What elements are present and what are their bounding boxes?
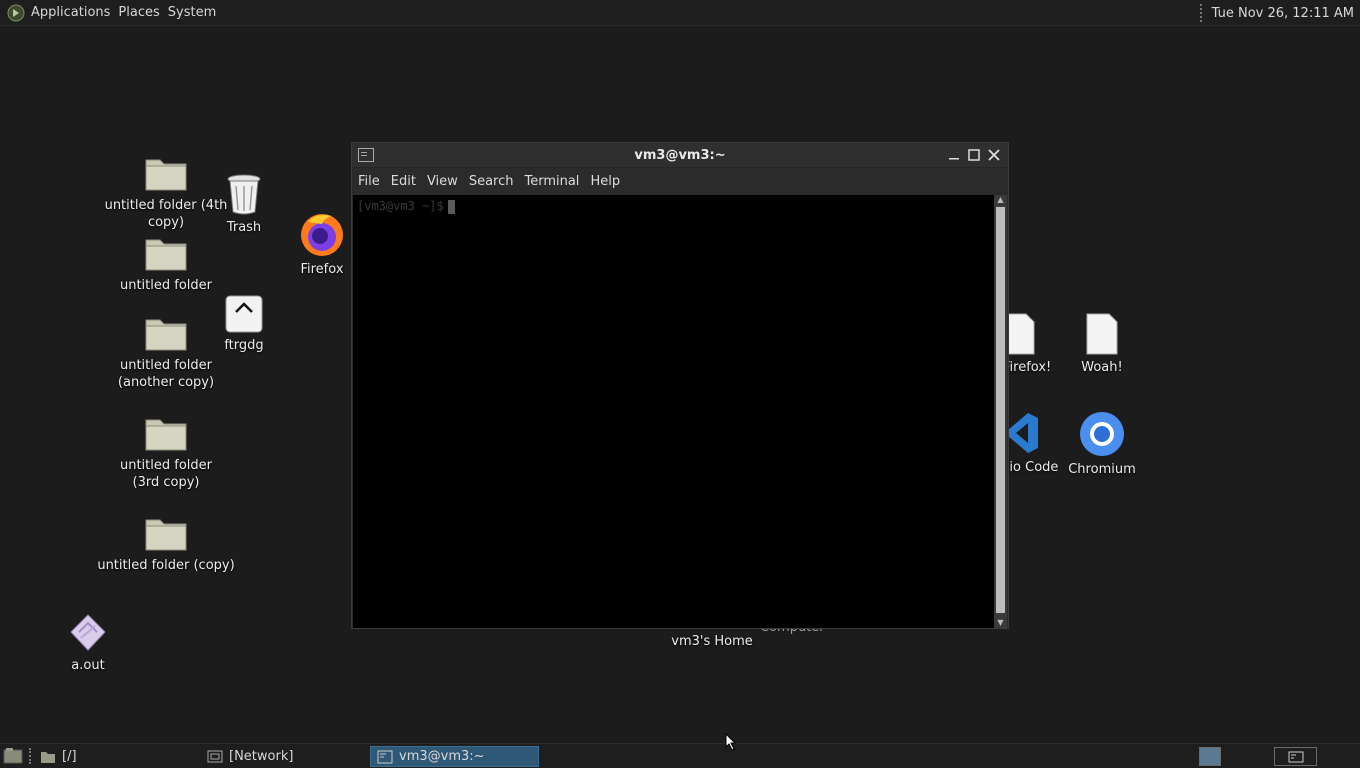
- terminal-titlebar[interactable]: vm3@vm3:~: [352, 143, 1008, 168]
- close-button[interactable]: [986, 146, 1002, 164]
- menu-terminal[interactable]: Terminal: [524, 174, 579, 189]
- folder-icon: [145, 239, 187, 271]
- scroll-down-arrow-icon[interactable]: ▼: [994, 618, 1007, 628]
- mouse-pointer-icon: [725, 733, 737, 751]
- desktop-icon-chromium[interactable]: Chromium: [1032, 410, 1172, 478]
- icon-label: ftrgdg: [224, 338, 264, 353]
- icon-label: untitled folder (3rd copy): [119, 458, 212, 490]
- icon-label: untitled folder (copy): [97, 558, 235, 573]
- desktop-icon-woah[interactable]: Woah!: [1032, 312, 1172, 376]
- terminal-title: vm3@vm3:~: [634, 147, 726, 163]
- window-controls: [946, 146, 1002, 164]
- terminal-icon: [377, 750, 393, 763]
- executable-icon: [70, 614, 106, 651]
- document-icon: [1086, 313, 1118, 355]
- icon-label: untitled folder: [119, 278, 212, 293]
- menu-edit[interactable]: Edit: [391, 174, 416, 189]
- minimize-button[interactable]: [946, 146, 962, 164]
- workspace-1[interactable]: [1199, 747, 1221, 766]
- terminal-menubar: File Edit View Search Terminal Help: [352, 168, 1008, 194]
- terminal-output[interactable]: [vm3@vm3 ~]$: [353, 195, 995, 628]
- menu-help[interactable]: Help: [590, 174, 620, 189]
- top-panel-right: Tue Nov 26, 12:11 AM: [1199, 0, 1354, 26]
- terminal-window[interactable]: vm3@vm3:~ File Edit View Search Terminal…: [351, 142, 1009, 629]
- scroll-up-arrow-icon[interactable]: ▲: [994, 195, 1007, 205]
- applications-menu[interactable]: Applications: [31, 5, 110, 20]
- shell-prompt: [vm3@vm3 ~]$: [357, 199, 444, 213]
- desktop-icon-untitled-folder[interactable]: untitled folder: [96, 234, 236, 294]
- icon-label: Chromium: [1068, 462, 1136, 477]
- task-label: [/]: [62, 749, 77, 764]
- minimize-icon: [949, 158, 959, 160]
- desktop-icon-folder-3rd-copy[interactable]: untitled folder (3rd copy): [96, 414, 236, 491]
- taskbar-grip-handle[interactable]: [29, 748, 32, 764]
- taskbar-item-root-folder[interactable]: [/]: [34, 746, 204, 767]
- icon-label: Firefox: [300, 262, 344, 277]
- desktop-icon-folder-copy[interactable]: untitled folder (copy): [96, 514, 236, 574]
- menu-file[interactable]: File: [358, 174, 380, 189]
- icon-label: vm3's Home: [671, 634, 753, 649]
- task-label: [Network]: [229, 749, 294, 764]
- task-label: vm3@vm3:~: [399, 749, 485, 764]
- top-panel: Applications Places System Tue Nov 26, 1…: [0, 0, 1360, 26]
- bottom-panel: [/] [Network] vm3@vm3:~: [0, 743, 1360, 768]
- taskbar-item-network[interactable]: [Network]: [201, 746, 369, 767]
- desktop-icon-ftrgdg[interactable]: ftrgdg: [174, 294, 314, 354]
- icon-label: a.out: [71, 658, 105, 673]
- chromium-icon: [1080, 412, 1124, 456]
- terminal-mini-icon: [1288, 751, 1304, 763]
- places-menu[interactable]: Places: [118, 5, 159, 20]
- taskbar-item-terminal[interactable]: vm3@vm3:~: [370, 746, 539, 767]
- maximize-button[interactable]: [966, 146, 982, 164]
- show-desktop-icon[interactable]: [3, 747, 23, 765]
- menu-search[interactable]: Search: [469, 174, 514, 189]
- maximize-icon: [968, 149, 980, 161]
- menu-view[interactable]: View: [427, 174, 458, 189]
- scrollbar-thumb[interactable]: [996, 207, 1005, 613]
- folder-icon: [41, 751, 55, 763]
- file-icon: [225, 295, 263, 333]
- network-window-icon: [207, 750, 223, 762]
- firefox-icon: [301, 214, 343, 256]
- terminal-scrollbar[interactable]: ▲ ▼: [994, 195, 1007, 628]
- text-cursor: [447, 199, 455, 214]
- distro-logo-icon[interactable]: [6, 3, 26, 23]
- close-icon: [988, 149, 1000, 161]
- system-menu[interactable]: System: [168, 5, 216, 20]
- icon-label: untitled folder (another copy): [117, 358, 215, 390]
- clock[interactable]: Tue Nov 26, 12:11 AM: [1212, 6, 1354, 21]
- folder-icon: [145, 419, 187, 451]
- desktop-icon-a-out[interactable]: a.out: [18, 612, 158, 674]
- panel-grip-handle[interactable]: [1199, 4, 1204, 22]
- workspace-2[interactable]: [1274, 747, 1317, 766]
- icon-label: Woah!: [1081, 360, 1123, 375]
- folder-icon: [145, 519, 187, 551]
